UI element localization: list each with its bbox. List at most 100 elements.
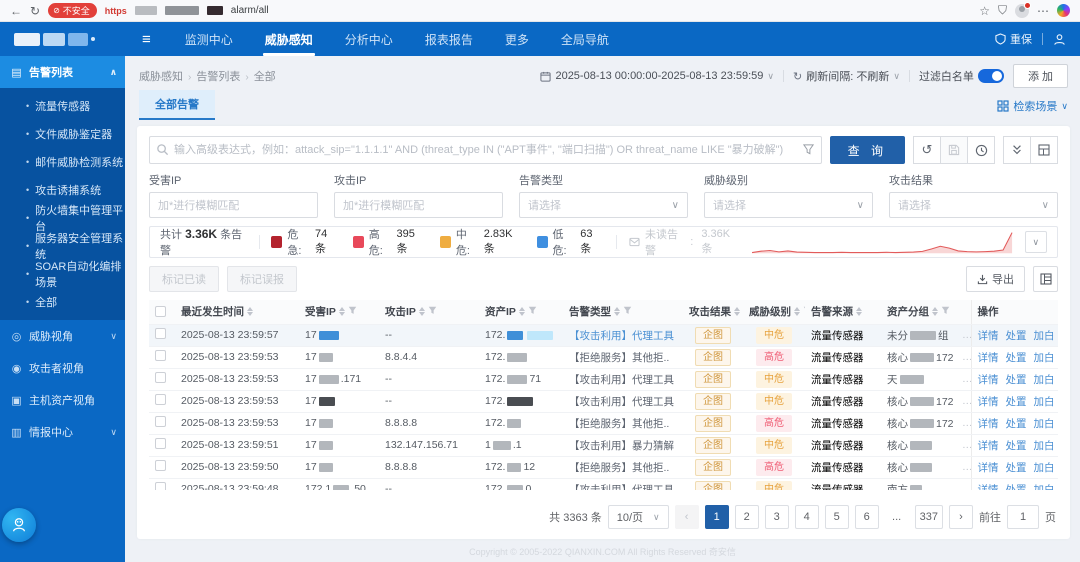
column-filter-icon[interactable] — [528, 306, 537, 318]
page-button[interactable]: 3 — [765, 505, 789, 529]
reset-button[interactable]: ↺ — [913, 136, 941, 164]
search-history-button[interactable] — [967, 136, 995, 164]
row-action-handle[interactable]: 处置 — [1006, 330, 1027, 342]
column-filter-icon[interactable] — [803, 306, 805, 315]
row-checkbox[interactable] — [155, 350, 166, 361]
advanced-search-input[interactable] — [149, 136, 822, 164]
row-checkbox[interactable] — [155, 328, 166, 339]
bookmark-star-icon[interactable]: ☆ — [979, 4, 990, 18]
row-action-detail[interactable]: 详情 — [978, 374, 999, 386]
nav-item[interactable]: 监测中心 — [169, 22, 249, 56]
row-action-whitelist[interactable]: 加白 — [1034, 484, 1055, 491]
sort-icon[interactable] — [419, 307, 425, 316]
row-action-whitelist[interactable]: 加白 — [1034, 352, 1055, 364]
column-settings-button[interactable] — [1033, 266, 1058, 292]
sidebar-subitem[interactable]: •SOAR自动化编排场景 — [0, 260, 125, 288]
sidebar-subitem[interactable]: •服务器安全管理系统 — [0, 232, 125, 260]
add-button[interactable]: 添 加 — [1013, 64, 1068, 88]
filter-select[interactable]: 请选择∨ — [889, 192, 1058, 218]
page-button[interactable]: 4 — [795, 505, 819, 529]
nav-item[interactable]: 分析中心 — [329, 22, 409, 56]
bulk-action-button[interactable]: 标记误报 — [227, 266, 297, 292]
column-filter-icon[interactable] — [428, 306, 437, 315]
row-action-handle[interactable]: 处置 — [1006, 440, 1027, 452]
column-filter-icon[interactable] — [528, 306, 537, 315]
sidebar-subitem[interactable]: •全部 — [0, 288, 125, 316]
export-button[interactable]: 导出 — [966, 266, 1025, 292]
sort-icon[interactable] — [247, 307, 253, 316]
sort-icon[interactable] — [339, 307, 345, 316]
filter-settings-button[interactable] — [1030, 136, 1058, 164]
date-range-picker[interactable]: 2025-08-13 00:00:00-2025-08-13 23:59:59 … — [540, 70, 774, 82]
row-action-detail[interactable]: 详情 — [978, 440, 999, 452]
filter-select[interactable]: 请选择∨ — [519, 192, 688, 218]
filter-input[interactable]: 加*进行模糊匹配 — [334, 192, 503, 218]
page-size-select[interactable]: 10/页∨ — [608, 505, 669, 529]
prev-page-button[interactable]: ‹ — [675, 505, 699, 529]
page-button[interactable]: 2 — [735, 505, 759, 529]
column-filter-icon[interactable] — [348, 306, 357, 318]
sort-icon[interactable] — [856, 307, 862, 316]
copilot-icon[interactable] — [1057, 4, 1070, 17]
page-button[interactable]: 5 — [825, 505, 849, 529]
refresh-icon[interactable]: ↻ — [30, 4, 40, 18]
row-action-handle[interactable]: 处置 — [1006, 418, 1027, 430]
column-filter-icon[interactable] — [348, 306, 357, 315]
breadcrumb-item[interactable]: 威胁感知 — [139, 71, 183, 83]
select-all-checkbox[interactable] — [155, 306, 166, 317]
column-filter-icon[interactable] — [803, 306, 805, 318]
row-action-handle[interactable]: 处置 — [1006, 352, 1027, 364]
browser-profile-avatar[interactable] — [1015, 4, 1029, 18]
column-filter-icon[interactable] — [623, 306, 632, 318]
collapse-stats-button[interactable]: ∨ — [1025, 231, 1047, 253]
row-checkbox[interactable] — [155, 394, 166, 405]
sidebar-item[interactable]: ◎威胁视角∨ — [0, 320, 125, 352]
page-button[interactable]: 1 — [705, 505, 729, 529]
row-checkbox[interactable] — [155, 416, 166, 427]
breadcrumb-item[interactable]: 告警列表 — [196, 71, 240, 83]
row-action-detail[interactable]: 详情 — [978, 330, 999, 342]
sidebar-subitem[interactable]: •邮件威胁检测系统 — [0, 148, 125, 176]
bulk-action-button[interactable]: 标记已读 — [149, 266, 219, 292]
sidebar-item[interactable]: ▣主机资产视角 — [0, 384, 125, 416]
row-checkbox[interactable] — [155, 372, 166, 383]
sort-icon[interactable] — [932, 307, 938, 316]
sidebar-subitem[interactable]: •防火墙集中管理平台 — [0, 204, 125, 232]
nav-item[interactable]: 报表报告 — [409, 22, 489, 56]
row-action-handle[interactable]: 处置 — [1006, 374, 1027, 386]
nav-item[interactable]: 更多 — [489, 22, 545, 56]
sidebar-item[interactable]: ◉攻击者视角 — [0, 352, 125, 384]
row-checkbox[interactable] — [155, 482, 166, 490]
hamburger-menu-icon[interactable]: ≡ — [142, 31, 151, 48]
url-path[interactable]: alarm/all — [231, 5, 269, 16]
collections-icon[interactable]: ⛉ — [998, 3, 1007, 18]
row-action-handle[interactable]: 处置 — [1006, 462, 1027, 474]
nav-item[interactable]: 全局导航 — [545, 22, 625, 56]
sidebar-subitem[interactable]: •文件威胁鉴定器 — [0, 120, 125, 148]
column-filter-icon[interactable] — [428, 306, 437, 318]
row-action-detail[interactable]: 详情 — [978, 396, 999, 408]
row-action-detail[interactable]: 详情 — [978, 462, 999, 474]
column-filter-icon[interactable] — [941, 306, 950, 315]
column-filter-icon[interactable] — [941, 306, 950, 318]
sort-icon[interactable] — [734, 307, 740, 316]
breadcrumb-item[interactable]: 全部 — [254, 71, 276, 83]
nav-item[interactable]: 威胁感知 — [249, 22, 329, 56]
row-checkbox[interactable] — [155, 460, 166, 471]
filter-funnel-icon[interactable] — [803, 144, 814, 155]
row-action-whitelist[interactable]: 加白 — [1034, 440, 1055, 452]
page-button[interactable]: 6 — [855, 505, 879, 529]
row-action-handle[interactable]: 处置 — [1006, 396, 1027, 408]
page-button[interactable]: 337 — [915, 505, 943, 529]
next-page-button[interactable]: › — [949, 505, 973, 529]
refresh-interval-select[interactable]: ↻ 刷新间隔: 不刷新 ∨ — [793, 68, 900, 84]
save-search-button[interactable] — [940, 136, 968, 164]
tab-all-alerts[interactable]: 全部告警 — [139, 90, 215, 120]
column-filter-icon[interactable] — [623, 306, 632, 315]
row-action-whitelist[interactable]: 加白 — [1034, 462, 1055, 474]
protection-mode-button[interactable]: 重保 — [995, 31, 1032, 47]
filter-input[interactable]: 加*进行模糊匹配 — [149, 192, 318, 218]
row-action-detail[interactable]: 详情 — [978, 418, 999, 430]
sidebar-item[interactable]: ▤告警列表∧ — [0, 56, 125, 88]
query-button[interactable]: 查 询 — [830, 136, 905, 164]
